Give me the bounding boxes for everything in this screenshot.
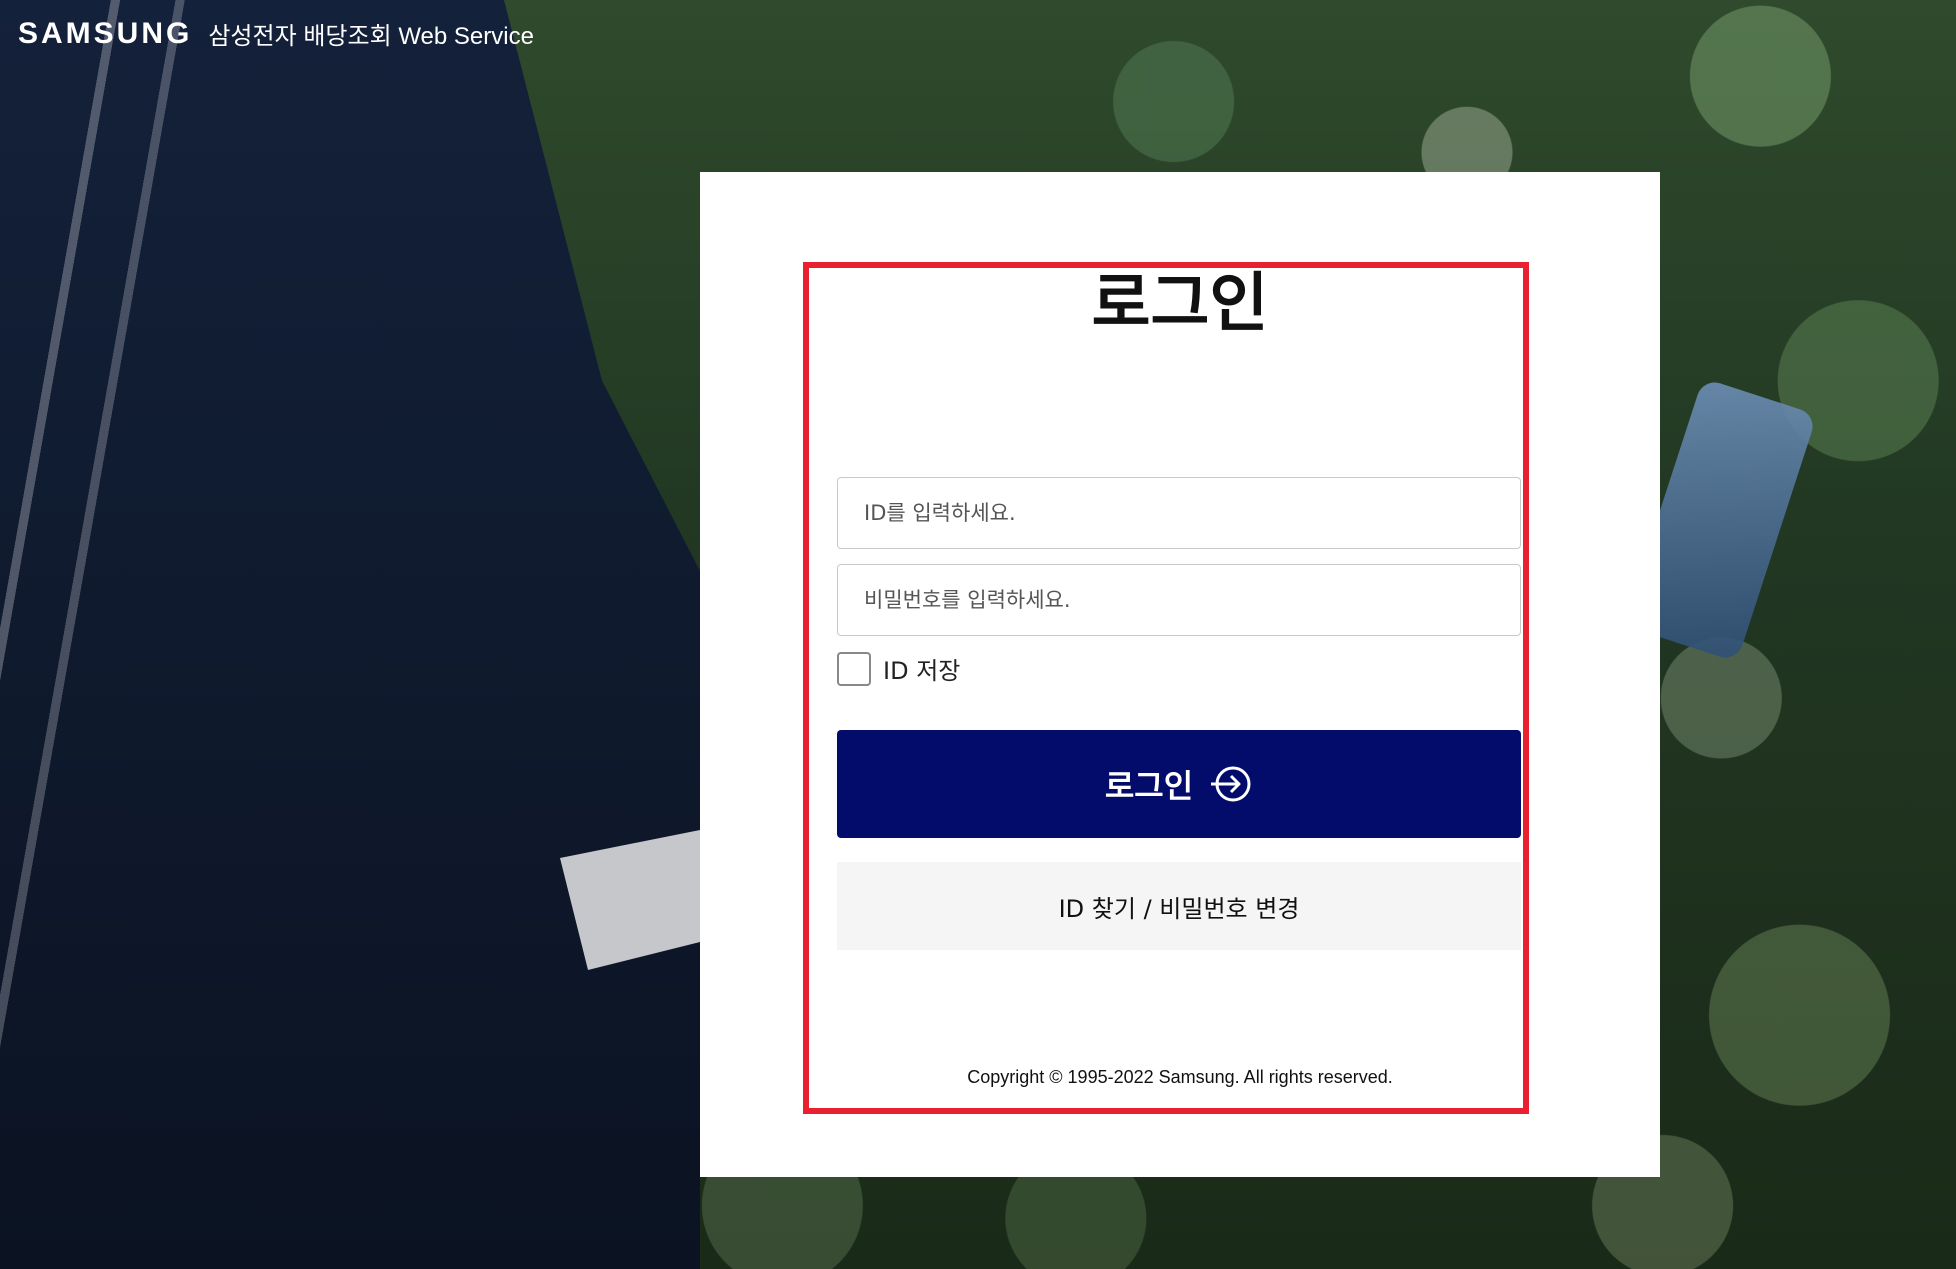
header: SAMSUNG 삼성전자 배당조회 Web Service (18, 16, 534, 51)
service-name: 삼성전자 배당조회 Web Service (208, 23, 534, 50)
highlight-box (803, 262, 1529, 1114)
samsung-logo: SAMSUNG (18, 16, 193, 50)
